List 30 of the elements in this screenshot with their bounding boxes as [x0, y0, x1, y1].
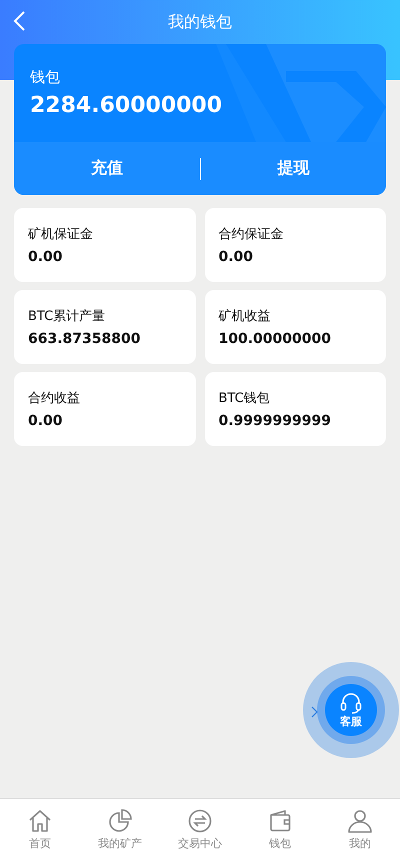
deposit-button[interactable]: 充值	[14, 150, 200, 187]
customer-service-button[interactable]: 客服	[325, 684, 377, 736]
nav-tab[interactable]: 首页	[0, 799, 80, 859]
wallet-balance: 2284.60000000	[30, 93, 224, 118]
home-icon	[27, 808, 53, 834]
exchange-icon	[187, 808, 213, 834]
stat-value: 663.87358800	[28, 331, 142, 347]
stat-label: BTC累计产量	[28, 308, 106, 325]
wallet-icon	[267, 808, 293, 834]
stat-label: 矿机收益	[218, 308, 272, 325]
headset-icon	[339, 692, 363, 714]
nav-tab[interactable]: 我的	[320, 799, 400, 859]
stat-value: 0.00	[28, 413, 64, 429]
stat-value: 0.00	[28, 249, 64, 265]
stat-label: BTC钱包	[218, 390, 271, 407]
stat-label: 合约保证金	[218, 226, 284, 243]
withdraw-button[interactable]: 提现	[200, 150, 386, 187]
nav-tab[interactable]: 钱包	[240, 799, 320, 859]
stat-value: 100.00000000	[218, 331, 332, 347]
page-title: 我的钱包	[168, 12, 232, 32]
stat-label: 合约收益	[28, 390, 81, 407]
chevron-icon	[311, 706, 318, 718]
nav-tab[interactable]: 交易中心	[160, 799, 240, 859]
stat-label: 矿机保证金	[28, 226, 94, 243]
pie-chart-icon	[107, 808, 133, 834]
stat-value: 0.00	[218, 249, 254, 265]
user-icon	[347, 808, 373, 834]
wallet-label: 钱包	[30, 68, 61, 87]
stat-value: 0.9999999999	[218, 413, 332, 429]
nav-tab[interactable]: 我的矿产	[80, 799, 160, 859]
